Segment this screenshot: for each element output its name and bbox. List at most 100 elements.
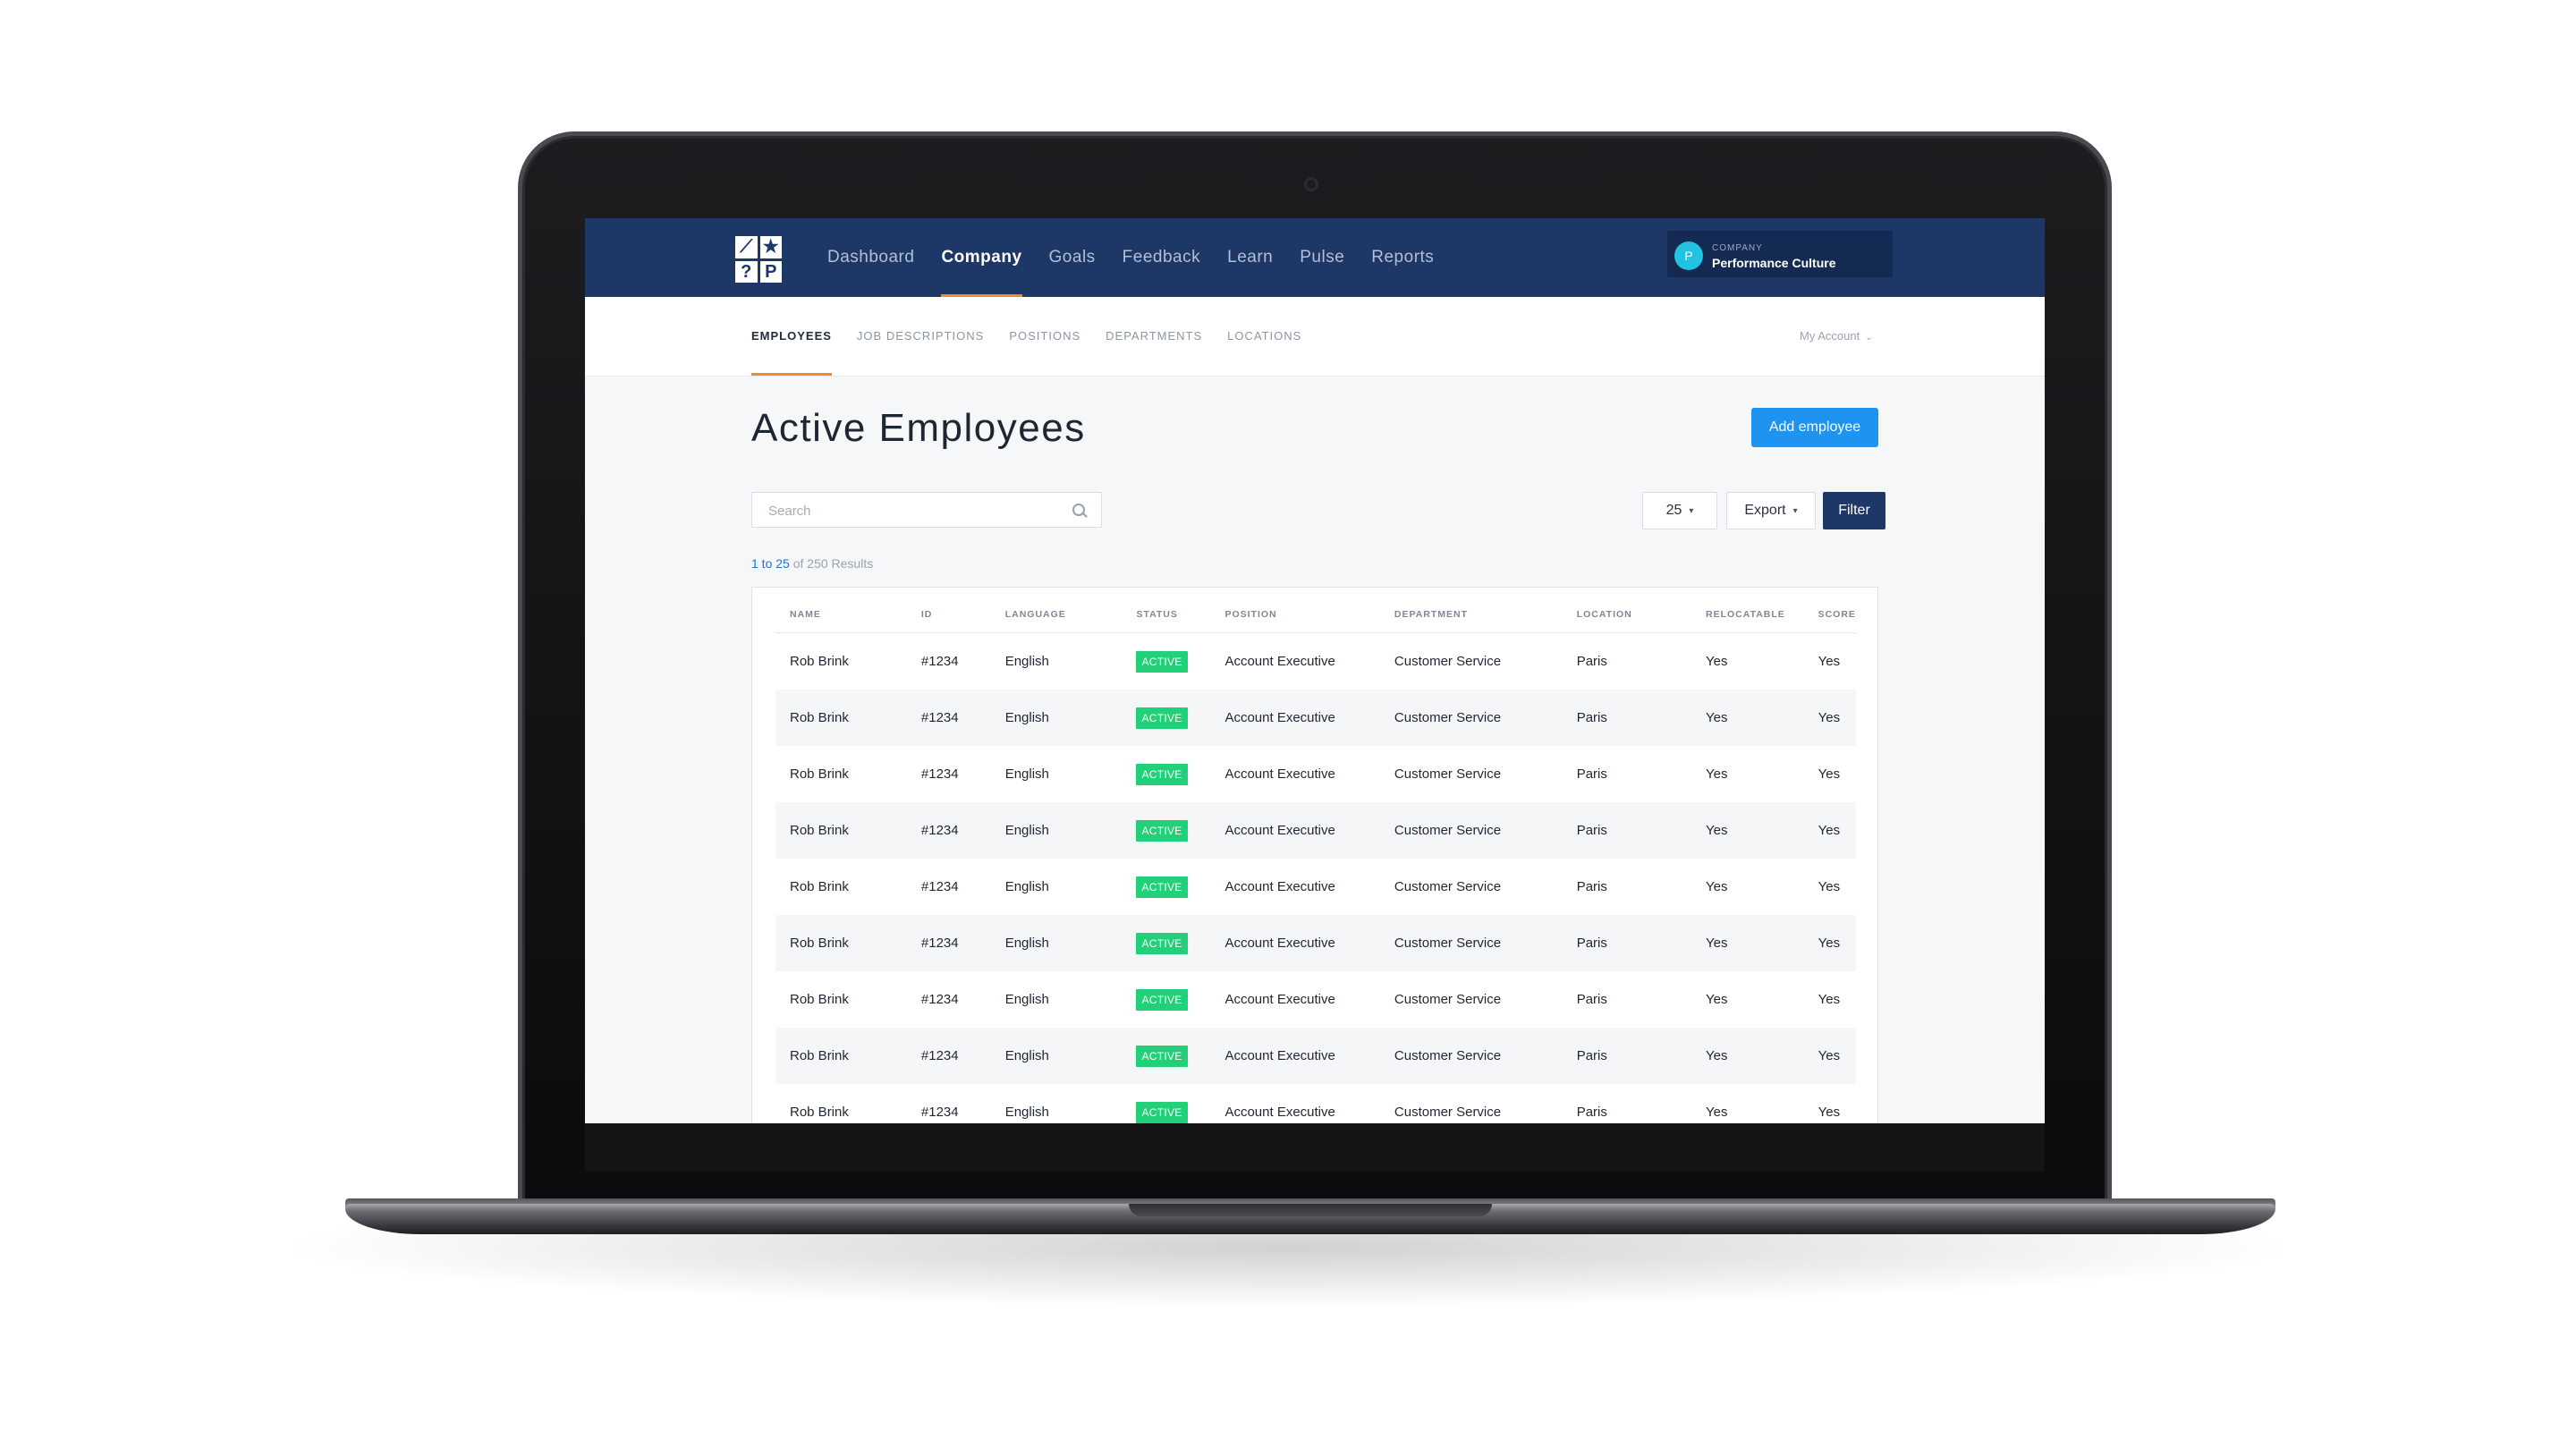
nav-feedback[interactable]: Feedback bbox=[1109, 218, 1214, 297]
nav-learn[interactable]: Learn bbox=[1214, 218, 1286, 297]
table-row[interactable]: Rob Brink #1234 English ACTIVE Account Execu… bbox=[775, 859, 1856, 915]
cell-status: ACTIVE bbox=[1122, 1028, 1211, 1084]
cell-score: Yes bbox=[1818, 992, 1841, 1007]
search-input[interactable] bbox=[767, 493, 1074, 529]
nav-goals[interactable]: Goals bbox=[1036, 218, 1109, 297]
column-header[interactable]: POSITION bbox=[1210, 597, 1380, 633]
cell-language: English bbox=[1004, 1105, 1049, 1120]
column-header[interactable]: LANGUAGE bbox=[990, 597, 1123, 633]
results-range: 1 to 25 bbox=[751, 556, 790, 571]
tab-positions[interactable]: POSITIONS bbox=[1009, 297, 1080, 376]
cell-id: #1234 bbox=[920, 654, 959, 669]
cell-department: Customer Service bbox=[1394, 1105, 1502, 1120]
tab-departments[interactable]: DEPARTMENTS bbox=[1106, 297, 1202, 376]
status-badge: ACTIVE bbox=[1136, 932, 1188, 954]
cell-relocatable: Yes bbox=[1706, 654, 1728, 669]
results-count: 1 to 25 of 250 Results bbox=[751, 556, 873, 571]
company-switcher[interactable]: P COMPANY Performance Culture bbox=[1667, 231, 1893, 277]
cell-status: ACTIVE bbox=[1122, 633, 1210, 690]
app-logo[interactable]: ⟋ ★ ? P bbox=[735, 236, 782, 283]
nav-company[interactable]: Company bbox=[928, 218, 1035, 297]
app-screen: ⟋ ★ ? P Dashboard Company Goals Feedback… bbox=[585, 218, 2045, 1123]
cell-department: Customer Service bbox=[1394, 992, 1502, 1007]
cell-name: Rob Brink bbox=[790, 879, 849, 894]
table-row[interactable]: Rob Brink #1234 English ACTIVE Account Execu… bbox=[775, 802, 1856, 859]
table-row[interactable]: Rob Brink #1234 English ACTIVE Account Execu… bbox=[775, 971, 1856, 1028]
cell-location: Paris bbox=[1576, 879, 1607, 894]
cell-name: Rob Brink bbox=[775, 1028, 907, 1084]
export-button[interactable]: Export ▾ bbox=[1726, 492, 1816, 529]
filter-button[interactable]: Filter bbox=[1823, 492, 1885, 529]
cell-id: #1234 bbox=[906, 1028, 991, 1084]
my-account-label: My Account bbox=[1800, 329, 1860, 343]
tab-job-descriptions[interactable]: JOB DESCRIPTIONS bbox=[857, 297, 984, 376]
table-row[interactable]: Rob Brink #1234 English ACTIVE Account Execu… bbox=[775, 915, 1856, 971]
status-badge: ACTIVE bbox=[1136, 876, 1188, 898]
cell-location: Paris bbox=[1562, 690, 1692, 746]
cell-id: #1234 bbox=[920, 879, 959, 894]
column-header[interactable]: NAME bbox=[775, 597, 907, 633]
cell-name: Rob Brink bbox=[775, 690, 907, 746]
cell-department: Customer Service bbox=[1394, 654, 1502, 669]
column-header[interactable]: ID bbox=[906, 597, 991, 633]
column-header[interactable]: SCORE bbox=[1803, 597, 1856, 633]
table-row[interactable]: Rob Brink #1234 English ACTIVE Account Execu… bbox=[775, 746, 1856, 802]
cell-department: Customer Service bbox=[1379, 802, 1563, 859]
cell-id: #1234 bbox=[920, 1105, 959, 1120]
cell-score: Yes bbox=[1818, 654, 1841, 669]
cell-relocatable: Yes bbox=[1706, 1105, 1728, 1120]
subnav-tabs: EMPLOYEES JOB DESCRIPTIONS POSITIONS DEP… bbox=[751, 297, 1326, 376]
cell-id: #1234 bbox=[906, 915, 991, 971]
cell-position: Account Executive bbox=[1224, 766, 1335, 782]
nav-dashboard[interactable]: Dashboard bbox=[814, 218, 928, 297]
cell-relocatable: Yes bbox=[1706, 879, 1728, 894]
sub-navigation: EMPLOYEES JOB DESCRIPTIONS POSITIONS DEP… bbox=[585, 297, 2045, 377]
main-nav: Dashboard Company Goals Feedback Learn P… bbox=[814, 218, 1447, 297]
cell-name: Rob Brink bbox=[790, 992, 849, 1007]
cell-score: Yes bbox=[1818, 766, 1841, 782]
status-badge: ACTIVE bbox=[1136, 1045, 1188, 1067]
cell-language: English bbox=[1004, 654, 1049, 669]
per-page-select[interactable]: 25 ▾ bbox=[1642, 492, 1717, 529]
page-title: Active Employees bbox=[751, 406, 1086, 450]
status-badge: ACTIVE bbox=[1136, 819, 1188, 842]
table-row[interactable]: Rob Brink #1234 English ACTIVE Account Execu… bbox=[775, 633, 1856, 690]
my-account-menu[interactable]: My Account ⌄ bbox=[1800, 297, 1873, 377]
cell-id: #1234 bbox=[906, 690, 991, 746]
table-row[interactable]: Rob Brink #1234 English ACTIVE Account Execu… bbox=[775, 1028, 1856, 1084]
cell-status: ACTIVE bbox=[1122, 915, 1211, 971]
cell-location: Paris bbox=[1562, 1028, 1692, 1084]
status-badge: ACTIVE bbox=[1136, 650, 1188, 673]
table-body: Rob Brink #1234 English ACTIVE Account Execu… bbox=[775, 633, 1856, 1124]
cell-relocatable: Yes bbox=[1706, 992, 1728, 1007]
cell-score: Yes bbox=[1803, 802, 1856, 859]
cell-status: ACTIVE bbox=[1122, 971, 1210, 1028]
results-total: of 250 Results bbox=[792, 556, 874, 571]
nav-reports[interactable]: Reports bbox=[1358, 218, 1447, 297]
employees-table-card: NAME ID LANGUAGE STATUS POSITION DEPARTM… bbox=[751, 587, 1878, 1123]
company-avatar: P bbox=[1674, 241, 1703, 270]
cell-department: Customer Service bbox=[1379, 915, 1563, 971]
add-employee-button[interactable]: Add employee bbox=[1751, 408, 1878, 447]
column-header[interactable]: DEPARTMENT bbox=[1379, 597, 1563, 633]
cell-position: Account Executive bbox=[1210, 690, 1380, 746]
table-row[interactable]: Rob Brink #1234 English ACTIVE Account Execu… bbox=[775, 1084, 1856, 1123]
nav-pulse[interactable]: Pulse bbox=[1286, 218, 1358, 297]
cell-relocatable: Yes bbox=[1691, 1028, 1804, 1084]
caret-down-icon: ▾ bbox=[1792, 505, 1798, 516]
column-header[interactable]: RELOCATABLE bbox=[1691, 597, 1804, 633]
cell-id: #1234 bbox=[906, 802, 991, 859]
column-header[interactable]: LOCATION bbox=[1562, 597, 1692, 633]
tab-employees[interactable]: EMPLOYEES bbox=[751, 297, 832, 376]
cell-position: Account Executive bbox=[1224, 654, 1335, 669]
logo-tile: ? bbox=[735, 260, 758, 283]
cell-position: Account Executive bbox=[1210, 915, 1380, 971]
employees-table: NAME ID LANGUAGE STATUS POSITION DEPARTM… bbox=[775, 597, 1856, 1123]
table-row[interactable]: Rob Brink #1234 English ACTIVE Account Execu… bbox=[775, 690, 1856, 746]
status-badge: ACTIVE bbox=[1136, 763, 1188, 785]
tab-locations[interactable]: LOCATIONS bbox=[1227, 297, 1301, 376]
cell-relocatable: Yes bbox=[1706, 766, 1728, 782]
cell-status: ACTIVE bbox=[1122, 859, 1210, 915]
column-header[interactable]: STATUS bbox=[1122, 597, 1211, 633]
cell-id: #1234 bbox=[920, 766, 959, 782]
